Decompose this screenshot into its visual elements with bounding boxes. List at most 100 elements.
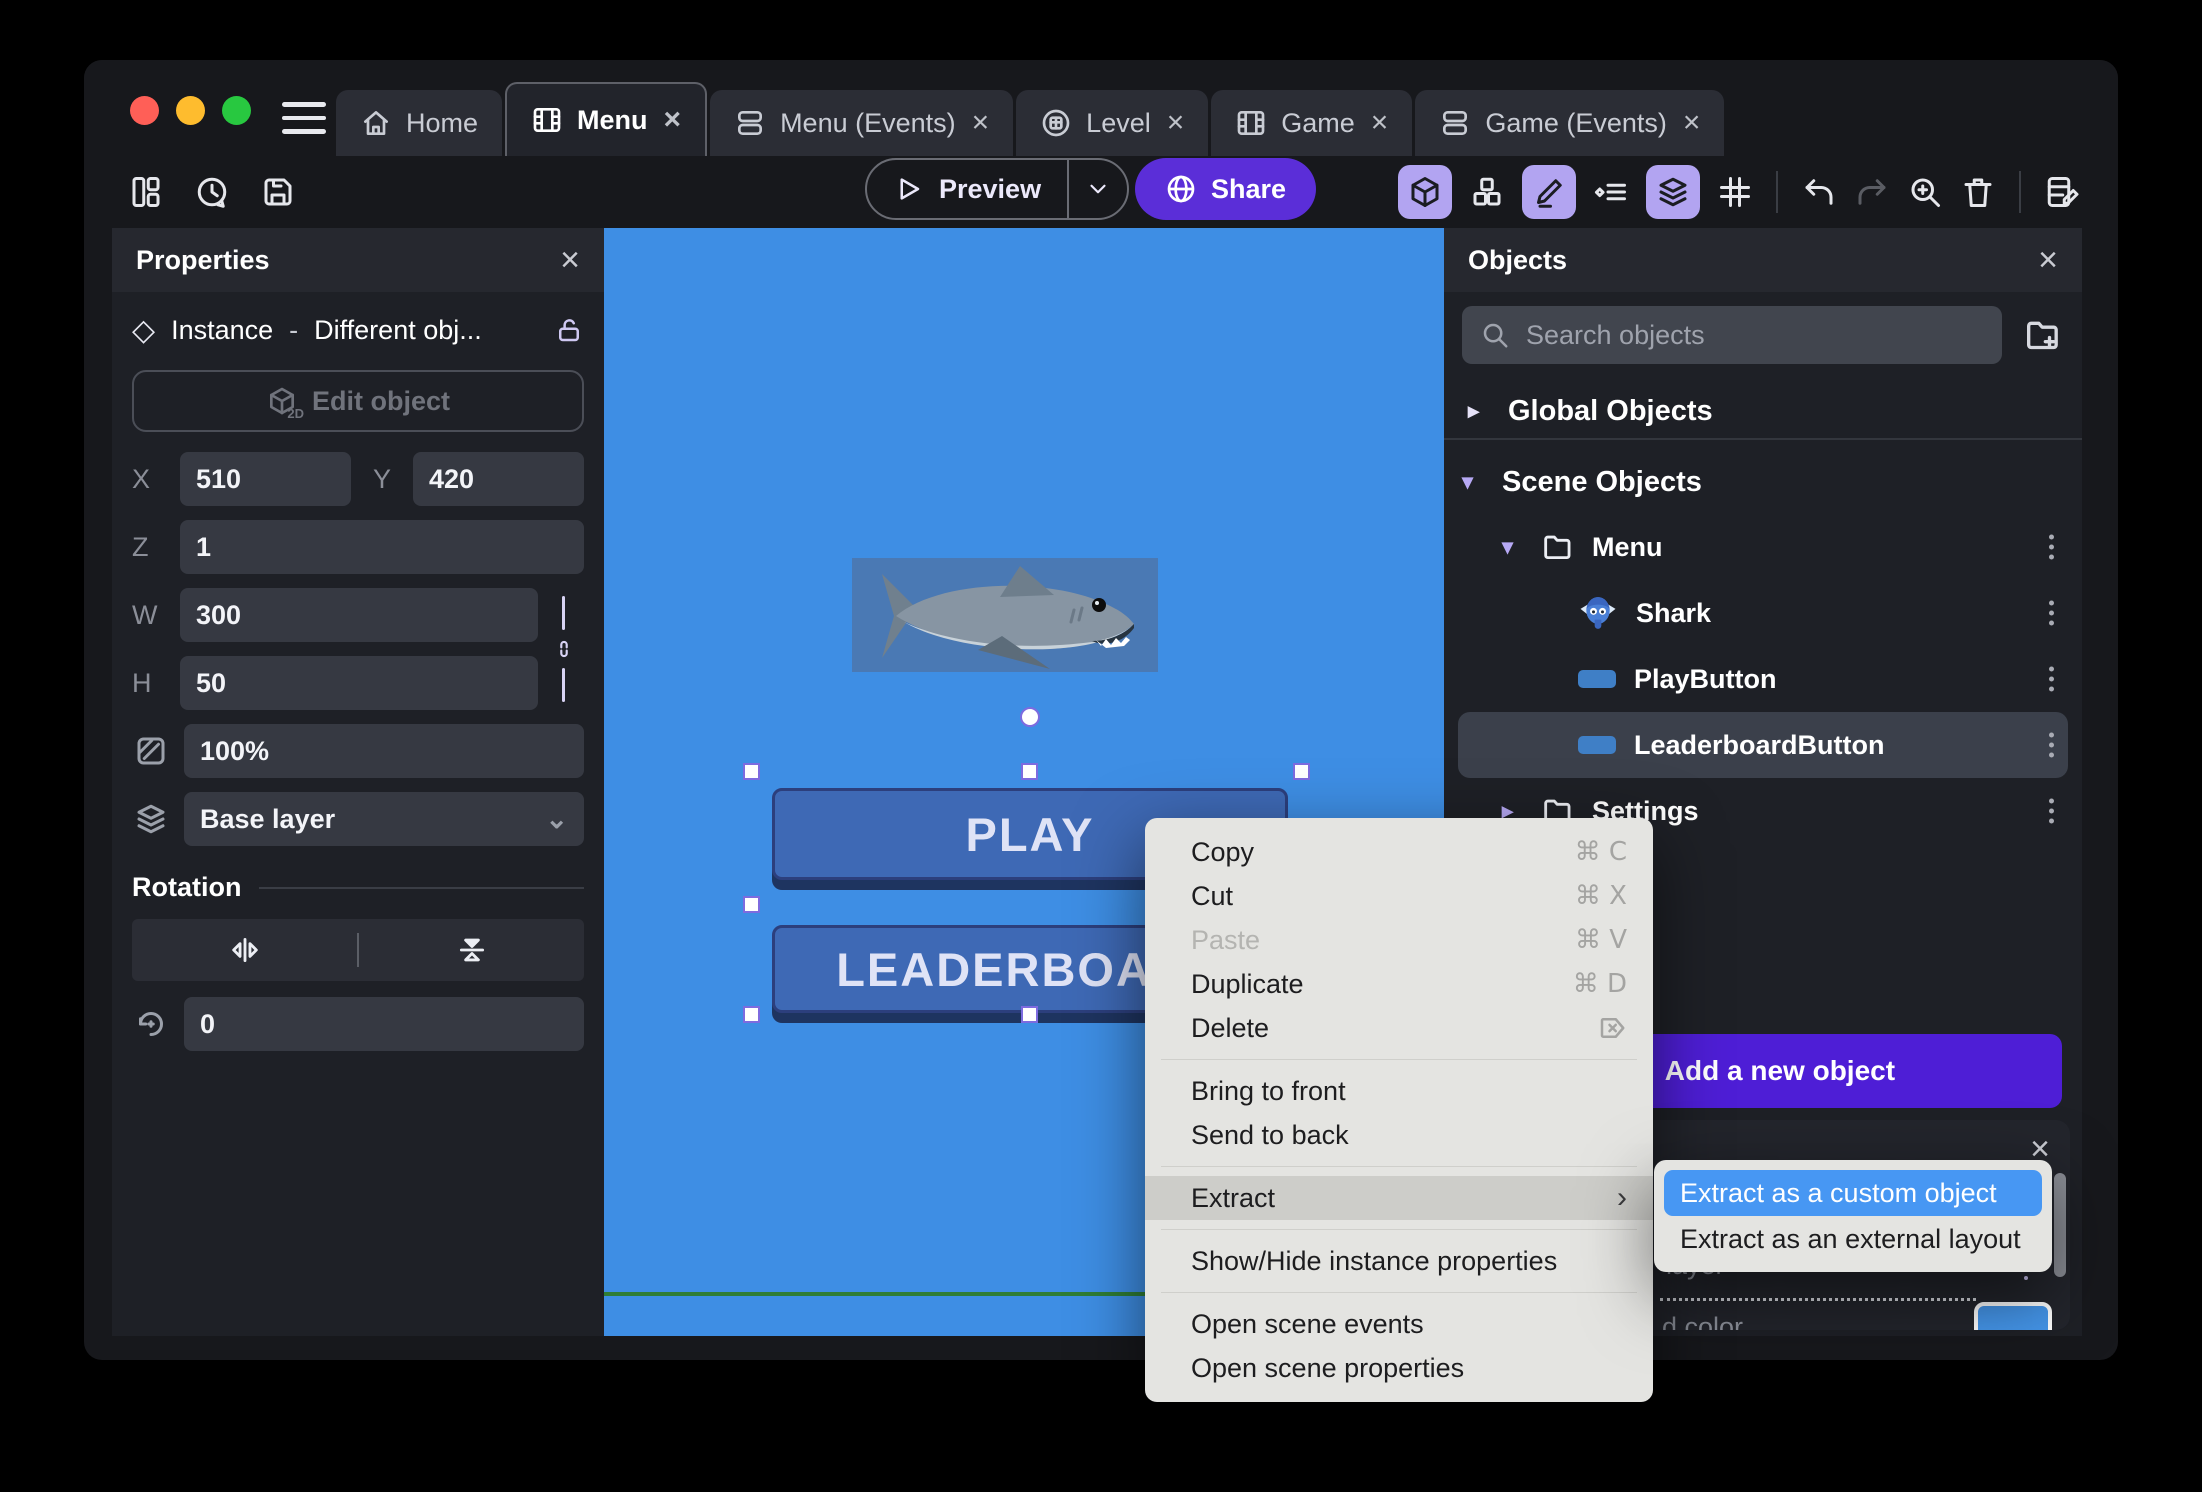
scene-properties-icon[interactable] — [2044, 174, 2080, 210]
panels-layout-icon[interactable] — [128, 174, 164, 210]
menu-item-cut[interactable]: Cut ⌘ X — [1145, 874, 1653, 918]
submenu-item-extract-custom-object[interactable]: Extract as a custom object — [1664, 1170, 2042, 1216]
layer-icon — [132, 801, 170, 837]
maximize-window-button[interactable] — [222, 96, 251, 125]
shortcut: ⌘ X — [1574, 881, 1627, 911]
opacity-field[interactable]: 100% — [184, 724, 584, 778]
angle-field[interactable]: 0 — [184, 997, 584, 1051]
flip-horizontal-button[interactable] — [132, 933, 357, 967]
menu-item-delete[interactable]: Delete — [1145, 1006, 1653, 1050]
layer-select[interactable]: Base layer ⌄ — [184, 792, 584, 846]
search-icon — [1483, 323, 1508, 348]
unlock-icon[interactable] — [554, 315, 584, 345]
search-objects-box[interactable] — [1462, 306, 2002, 364]
layers-button[interactable] — [1646, 165, 1700, 219]
tree-item-menu-folder[interactable]: ▾ Menu — [1444, 514, 2082, 580]
tab-game[interactable]: Game × — [1211, 90, 1413, 156]
flip-toolbar — [132, 919, 584, 981]
share-button[interactable]: Share — [1135, 158, 1317, 220]
toolbar-right-group — [1398, 156, 2080, 228]
y-field[interactable]: 420 — [413, 452, 584, 506]
tab-menu[interactable]: Menu × — [505, 82, 708, 156]
tab-menu-events[interactable]: Menu (Events) × — [710, 90, 1014, 156]
menu-item-bring-to-front[interactable]: Bring to front — [1145, 1069, 1653, 1113]
row-menu-icon[interactable] — [2049, 534, 2054, 560]
edit-object-button[interactable]: 2D Edit object — [132, 370, 584, 432]
tab-label: Game — [1281, 107, 1355, 138]
selection-handle-bottom-left[interactable] — [743, 1006, 760, 1023]
object-mode-button[interactable] — [1398, 165, 1452, 219]
tab-close-icon[interactable]: × — [1681, 108, 1701, 138]
menu-item-open-scene-events[interactable]: Open scene events — [1145, 1302, 1653, 1346]
zoom-in-icon[interactable] — [1907, 174, 1943, 210]
selection-handle-bottom-center[interactable] — [1021, 1006, 1038, 1023]
menu-item-show-hide-instance-properties[interactable]: Show/Hide instance properties — [1145, 1239, 1653, 1283]
grid-icon[interactable] — [1717, 174, 1753, 210]
history-icon[interactable] — [194, 174, 230, 210]
search-input[interactable] — [1526, 319, 1906, 351]
layers-icon — [1659, 177, 1687, 207]
tab-home[interactable]: Home — [336, 90, 503, 156]
flip-vertical-button[interactable] — [359, 933, 584, 967]
link-dimensions-toggle[interactable] — [550, 596, 576, 702]
menu-item-copy[interactable]: Copy ⌘ C — [1145, 830, 1653, 874]
tree-item-leaderboardbutton[interactable]: LeaderboardButton — [1458, 712, 2068, 778]
preview-options-button[interactable] — [1069, 160, 1127, 218]
redo-icon[interactable] — [1854, 174, 1890, 210]
trash-icon[interactable] — [1960, 174, 1996, 210]
close-icon[interactable]: × — [560, 243, 580, 277]
z-field[interactable]: 1 — [180, 520, 584, 574]
x-field[interactable]: 510 — [180, 452, 351, 506]
width-field[interactable]: 300 — [180, 588, 538, 642]
preview-button[interactable]: Preview — [867, 160, 1067, 218]
menu-item-send-to-back[interactable]: Send to back — [1145, 1113, 1653, 1157]
tab-close-icon[interactable]: × — [970, 108, 990, 138]
menu-separator — [1161, 1166, 1637, 1167]
context-menu: Copy ⌘ C Cut ⌘ X Paste ⌘ V Duplicate ⌘ D… — [1145, 818, 1653, 1402]
minimize-window-button[interactable] — [176, 96, 205, 125]
menu-item-duplicate[interactable]: Duplicate ⌘ D — [1145, 962, 1653, 1006]
tab-close-icon[interactable]: × — [1165, 108, 1185, 138]
background-color-swatch[interactable] — [1974, 1302, 2052, 1330]
row-menu-icon[interactable] — [2049, 666, 2054, 692]
tab-game-events[interactable]: Game (Events) × — [1415, 90, 1725, 156]
edit-mode-button[interactable] — [1522, 165, 1576, 219]
selection-handle-top-left[interactable] — [743, 763, 760, 780]
tab-close-icon[interactable]: × — [1369, 108, 1389, 138]
row-menu-icon[interactable] — [2049, 798, 2054, 824]
tree-item-playbutton[interactable]: PlayButton — [1444, 646, 2082, 712]
shortcut: ⌘ C — [1574, 837, 1627, 867]
button-object-icon — [1578, 736, 1616, 754]
external-layout-icon — [1040, 107, 1072, 139]
rotate-handle[interactable] — [1020, 707, 1040, 727]
shark-sprite[interactable] — [852, 558, 1158, 672]
instance-header: ◇ Instance - Different obj... — [132, 308, 584, 352]
close-window-button[interactable] — [130, 96, 159, 125]
tab-level[interactable]: Level × — [1016, 90, 1209, 156]
menu-item-paste[interactable]: Paste ⌘ V — [1145, 918, 1653, 962]
submenu-item-extract-external-layout[interactable]: Extract as an external layout — [1664, 1216, 2042, 1262]
instances-list-icon[interactable] — [1593, 174, 1629, 210]
row-menu-icon[interactable] — [2049, 600, 2054, 626]
menu-item-open-scene-properties[interactable]: Open scene properties — [1145, 1346, 1653, 1390]
selection-handle-top-right[interactable] — [1293, 763, 1310, 780]
selection-handle-top-center[interactable] — [1021, 763, 1038, 780]
height-field[interactable]: 50 — [180, 656, 538, 710]
tab-close-icon[interactable]: × — [662, 105, 682, 135]
undo-icon[interactable] — [1801, 174, 1837, 210]
instances-icon[interactable] — [1469, 174, 1505, 210]
menu-item-extract[interactable]: Extract › — [1145, 1176, 1653, 1220]
selection-handle-mid-left[interactable] — [743, 896, 760, 913]
scene-objects-section[interactable]: ▾ Scene Objects — [1444, 454, 2082, 510]
add-folder-icon[interactable] — [2022, 315, 2062, 355]
w-label: W — [132, 599, 158, 630]
row-menu-icon[interactable] — [2049, 732, 2054, 758]
global-objects-section[interactable]: ▸ Global Objects — [1444, 384, 2082, 438]
save-icon[interactable] — [260, 174, 296, 210]
scrollbar[interactable] — [2054, 1173, 2066, 1277]
h-label: H — [132, 667, 152, 698]
tree-item-shark[interactable]: Shark — [1444, 580, 2082, 646]
close-icon[interactable]: × — [2038, 243, 2058, 277]
main-menu-icon[interactable] — [282, 102, 326, 134]
color-label-fragment: d color — [1662, 1312, 1744, 1330]
